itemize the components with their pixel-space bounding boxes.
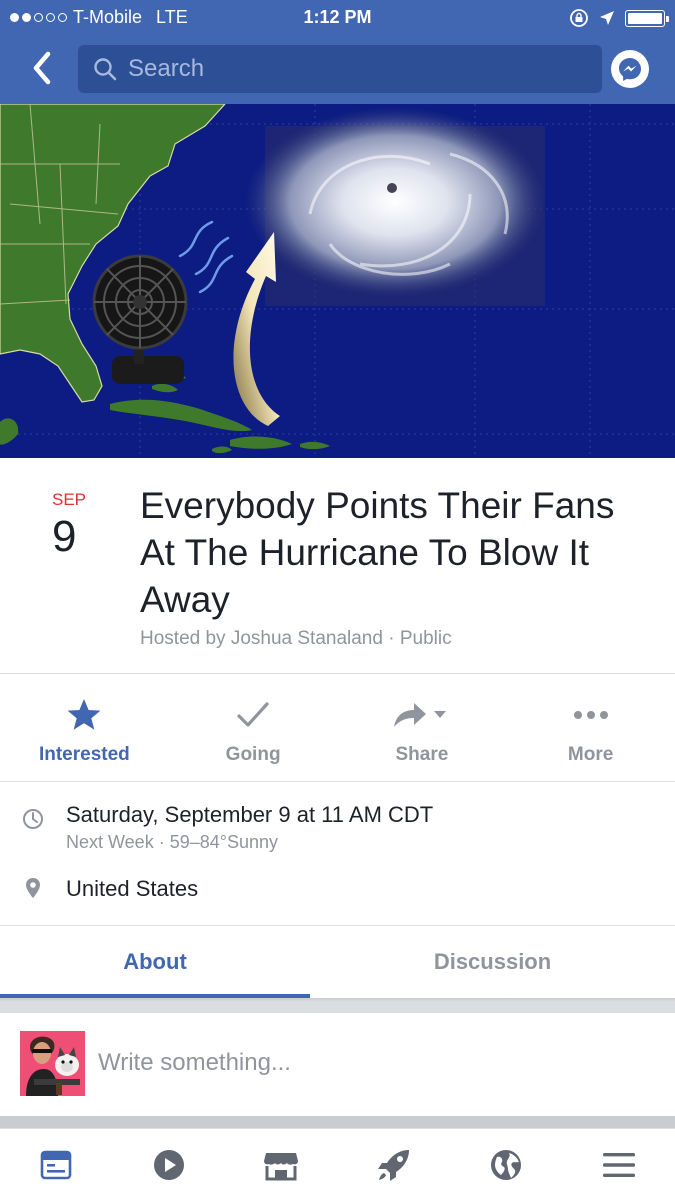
avatar-image — [20, 1031, 85, 1096]
event-month: SEP — [52, 490, 87, 509]
event-tabs: About Discussion — [0, 926, 675, 998]
video-icon — [153, 1149, 184, 1180]
star-icon — [67, 699, 101, 730]
event-datetime-sub: Next Week · 59–84°Sunny — [66, 832, 278, 852]
rocket-icon — [377, 1149, 409, 1181]
more-label: More — [567, 744, 614, 765]
nav-news-feed[interactable] — [0, 1129, 113, 1200]
more-icon — [573, 711, 608, 719]
search-row: Search — [0, 38, 675, 100]
more-button[interactable]: More — [506, 674, 675, 781]
check-icon — [237, 702, 269, 727]
event-cover-image[interactable] — [0, 104, 675, 458]
event-day: 9 — [52, 512, 77, 561]
user-avatar[interactable] — [20, 1031, 85, 1096]
event-location: United States — [66, 876, 199, 901]
globe-icon — [491, 1149, 522, 1180]
battery-icon — [625, 9, 669, 27]
nav-explore[interactable] — [338, 1129, 451, 1200]
event-time-row[interactable]: Saturday, September 9 at 11 AM CDT Next … — [0, 782, 675, 868]
interested-button[interactable]: Interested — [0, 674, 169, 781]
going-button[interactable]: Going — [169, 674, 338, 781]
going-label: Going — [225, 744, 281, 765]
write-something-input[interactable]: Write something... — [98, 1049, 291, 1077]
search-placeholder: Search — [128, 55, 205, 82]
event-host-line[interactable]: Hosted by Joshua Stanaland · Public — [140, 628, 452, 650]
nav-notifications[interactable] — [450, 1129, 563, 1200]
share-button[interactable]: Share — [338, 674, 507, 781]
status-bar: T-Mobile LTE 1:12 PM — [0, 0, 675, 36]
event-location-row[interactable]: United States — [0, 868, 675, 926]
location-arrow-icon — [600, 11, 614, 25]
tab-discussion[interactable]: Discussion — [310, 926, 675, 998]
clock-icon — [23, 809, 43, 829]
nav-menu[interactable] — [563, 1129, 675, 1200]
news-feed-icon — [40, 1150, 72, 1179]
interested-label: Interested — [38, 744, 130, 765]
bottom-navigation — [0, 1128, 675, 1200]
messenger-button[interactable] — [611, 50, 649, 88]
hurricane-map-illustration — [0, 104, 675, 458]
location-pin-icon — [26, 878, 40, 898]
menu-icon — [602, 1152, 635, 1177]
event-datetime: Saturday, September 9 at 11 AM CDT — [66, 802, 434, 827]
status-icons — [569, 8, 669, 28]
divider — [0, 998, 675, 1013]
top-bar: T-Mobile LTE 1:12 PM Search — [0, 0, 675, 104]
rotation-lock-icon — [570, 9, 588, 27]
divider — [0, 1116, 675, 1128]
back-chevron-icon[interactable] — [26, 48, 62, 88]
event-title: Everybody Points Their Fans At The Hurri… — [140, 485, 615, 620]
event-details: Saturday, September 9 at 11 AM CDT Next … — [0, 782, 675, 926]
messenger-icon — [619, 58, 641, 81]
marketplace-icon — [264, 1152, 299, 1180]
share-label: Share — [395, 744, 449, 765]
event-header: SEP 9 Everybody Points Their Fans At The… — [0, 458, 675, 674]
nav-marketplace[interactable] — [225, 1129, 338, 1200]
tab-about[interactable]: About — [0, 926, 310, 998]
post-composer[interactable]: Write something... — [0, 1013, 675, 1116]
share-icon — [393, 703, 446, 727]
search-icon — [94, 58, 117, 81]
search-input[interactable]: Search — [78, 45, 602, 93]
event-action-bar: Interested Going Share More — [0, 674, 675, 782]
nav-video[interactable] — [113, 1129, 226, 1200]
